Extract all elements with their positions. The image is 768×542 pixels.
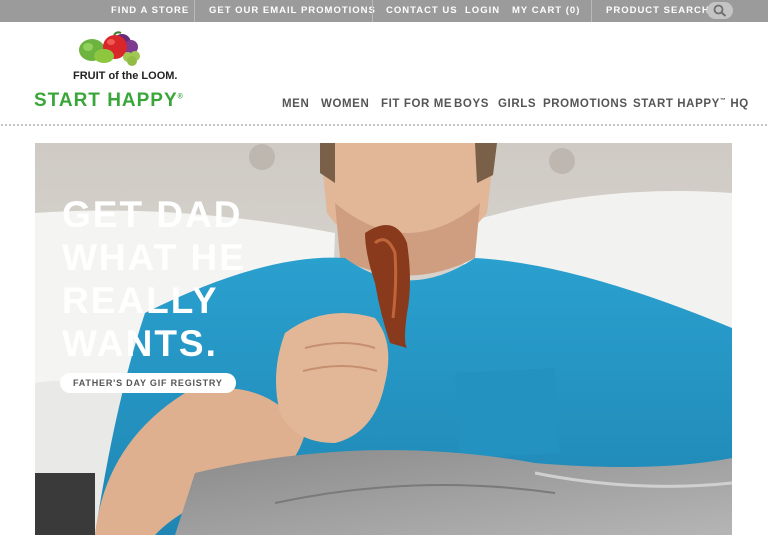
- nav-hq-label: START HAPPY: [633, 98, 720, 110]
- trademark-mark: ™: [719, 98, 727, 105]
- divider: [194, 0, 195, 22]
- nav-promotions[interactable]: PROMOTIONS: [543, 98, 628, 110]
- login-link[interactable]: LOGIN: [465, 0, 500, 22]
- utility-bar: FIND A STORE GET OUR EMAIL PROMOTIONS CO…: [0, 0, 768, 22]
- start-happy-tagline: START HAPPY®: [34, 90, 184, 112]
- divider: [372, 0, 373, 22]
- nav-start-happy-hq[interactable]: START HAPPY™ HQ: [633, 98, 749, 110]
- find-store-link[interactable]: FIND A STORE: [111, 0, 189, 22]
- email-promotions-link[interactable]: GET OUR EMAIL PROMOTIONS: [209, 0, 376, 22]
- headline-line: GET DAD: [62, 194, 243, 235]
- headline-line: REALLY: [62, 280, 219, 321]
- nav-women[interactable]: WOMEN: [321, 98, 369, 110]
- headline-line: WANTS.: [62, 323, 218, 364]
- hero-headline: GET DAD WHAT HE REALLY WANTS.: [62, 193, 246, 365]
- hero-banner[interactable]: GET DAD WHAT HE REALLY WANTS. FATHER'S D…: [35, 143, 732, 535]
- gift-registry-button[interactable]: FATHER'S DAY GIF REGISTRY: [60, 373, 236, 393]
- search-button[interactable]: [707, 2, 733, 19]
- nav-fit-for-me[interactable]: FIT FOR ME: [381, 98, 452, 110]
- fruit-cluster-icon: [79, 31, 140, 66]
- nav-men[interactable]: MEN: [282, 98, 309, 110]
- registered-mark: ®: [177, 93, 184, 101]
- nav-girls[interactable]: GIRLS: [498, 98, 536, 110]
- cart-link[interactable]: MY CART (0): [512, 0, 580, 22]
- headline-line: WHAT HE: [62, 237, 246, 278]
- dotted-divider: [0, 124, 768, 126]
- product-search-label[interactable]: PRODUCT SEARCH: [606, 0, 710, 22]
- tagline-text: START HAPPY: [34, 90, 178, 111]
- brand-name: FRUIT of the LOOM.: [73, 70, 178, 82]
- nav-boys[interactable]: BOYS: [454, 98, 489, 110]
- nav-hq-suffix: HQ: [730, 98, 749, 110]
- search-icon: [713, 4, 727, 17]
- divider: [591, 0, 592, 22]
- contact-us-link[interactable]: CONTACT US: [386, 0, 458, 22]
